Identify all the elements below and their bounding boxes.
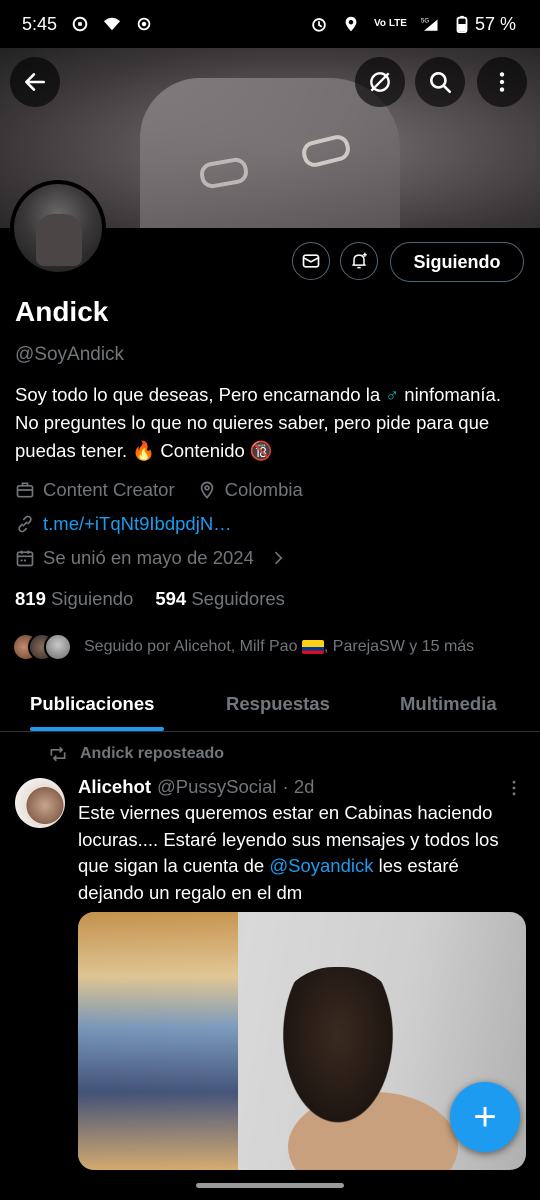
active-tab-indicator	[30, 727, 164, 731]
more-vertical-icon	[489, 69, 515, 95]
uber-icon	[71, 15, 89, 33]
profile-handle: @SoyAndick	[15, 344, 125, 365]
calendar-icon	[15, 548, 35, 568]
tweet-header: Alicehot @PussySocial · 2d	[78, 776, 314, 798]
profile-avatar[interactable]	[10, 180, 106, 276]
grok-icon	[367, 69, 393, 95]
avatar	[44, 633, 72, 661]
profile-bio: Soy todo lo que deseas, Pero encarnando …	[15, 381, 527, 465]
following-button[interactable]: Siguiendo	[390, 242, 524, 282]
alarm-icon	[310, 15, 328, 33]
hotspot-icon	[135, 15, 153, 33]
followed-by-row[interactable]: Seguido por Alicehot, Milf Pao , ParejaS…	[12, 633, 474, 661]
profile-category: Content Creator	[43, 479, 175, 500]
followed-by-text: Seguido por Alicehot, Milf Pao , ParejaS…	[84, 638, 475, 655]
tab-respuestas[interactable]: Respuestas	[226, 693, 330, 715]
banner-photo	[140, 78, 400, 228]
status-bar: 5:45 Vo LTE 5G 57 %	[0, 0, 540, 48]
tweet-author-avatar[interactable]	[15, 778, 65, 828]
briefcase-icon	[15, 480, 35, 500]
tweet-text: Este viernes queremos estar en Cabinas h…	[78, 802, 499, 903]
profile-link[interactable]: t.me/+iTqNt9IbdpdjN…	[43, 513, 232, 535]
followers-count[interactable]: 594 Seguidores	[155, 588, 285, 610]
arrow-left-icon	[22, 69, 48, 95]
compose-button[interactable]: +	[450, 1082, 520, 1152]
message-button[interactable]	[292, 242, 330, 280]
tweet-time: · 2d	[282, 776, 315, 797]
tweet-mention[interactable]: @Soyandick	[269, 855, 373, 876]
back-button[interactable]	[10, 57, 60, 107]
search-icon	[427, 69, 453, 95]
envelope-icon	[301, 251, 321, 271]
profile-joined-date: Se unió en mayo de 2024	[43, 547, 254, 568]
location-pin-icon	[197, 480, 217, 500]
status-time: 5:45	[22, 13, 58, 34]
media-posters	[78, 912, 238, 1170]
repost-label: Andick reposteado	[80, 745, 225, 762]
grok-button[interactable]	[355, 57, 405, 107]
search-button[interactable]	[415, 57, 465, 107]
network-label: 5G	[421, 19, 429, 25]
location-icon	[342, 15, 360, 33]
profile-location: Colombia	[224, 479, 303, 500]
profile-joined-row[interactable]: Se unió en mayo de 2024	[15, 547, 288, 569]
battery-percent: 57 %	[474, 13, 516, 34]
tab-multimedia[interactable]: Multimedia	[400, 693, 497, 715]
media-subject	[274, 967, 402, 1137]
profile-meta-row: Content Creator Colombia	[15, 479, 303, 501]
repost-icon	[48, 744, 68, 764]
tweet-author-name[interactable]: Alicehot	[78, 776, 151, 798]
wifi-icon	[103, 15, 121, 33]
battery-icon	[453, 15, 471, 33]
notifications-button[interactable]	[340, 242, 378, 280]
volte-label: Vo LTE	[374, 18, 407, 29]
tab-publicaciones[interactable]: Publicaciones	[30, 693, 154, 715]
avatar-photo	[36, 214, 82, 266]
tweet-more-button[interactable]	[504, 778, 524, 798]
bell-plus-icon	[349, 251, 369, 271]
followed-by-avatars	[12, 633, 72, 661]
bio-text: Soy todo lo que deseas, Pero encarnando …	[15, 384, 386, 405]
colombia-flag-icon	[301, 639, 324, 654]
repost-context[interactable]: Andick reposteado	[48, 744, 224, 764]
chevron-right-icon	[268, 548, 288, 568]
link-icon	[15, 514, 35, 534]
tweet-author-handle[interactable]: @PussySocial	[157, 776, 277, 798]
more-vertical-icon	[504, 778, 524, 798]
gesture-nav-bar[interactable]	[196, 1183, 344, 1188]
battery-indicator: 57 %	[453, 14, 516, 35]
follow-counts: 819 Siguiendo 594 Seguidores	[15, 588, 285, 610]
following-count[interactable]: 819 Siguiendo	[15, 588, 133, 610]
profile-link-row: t.me/+iTqNt9IbdpdjN…	[15, 513, 232, 535]
profile-tabs: Publicaciones Respuestas Multimedia	[0, 676, 540, 732]
male-sign-icon: ♂	[385, 384, 400, 405]
profile-name: Andick	[15, 296, 109, 327]
signal-icon: 5G	[421, 15, 439, 33]
more-options-button[interactable]	[477, 57, 527, 107]
